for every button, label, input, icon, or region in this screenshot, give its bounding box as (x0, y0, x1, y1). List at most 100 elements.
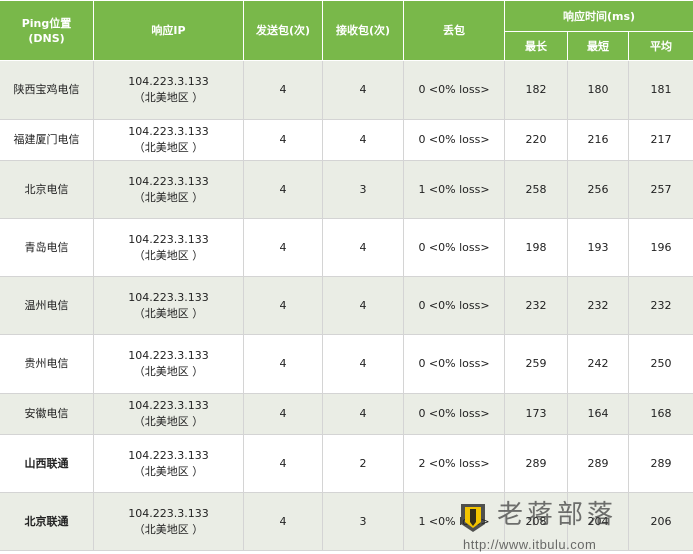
cell-max: 173 (504, 393, 568, 435)
ip-region: （北美地区 ） (133, 464, 204, 478)
col-header-min: 最短 (567, 31, 629, 61)
cell-avg: 217 (628, 119, 693, 161)
cell-max: 258 (504, 160, 568, 219)
cell-max: 208 (504, 492, 568, 551)
ip-region: （北美地区 ） (133, 91, 204, 104)
cell-min: 232 (567, 276, 629, 335)
cell-received: 2 (322, 434, 404, 493)
cell-sent: 4 (243, 393, 323, 435)
cell-loss: 0 <0% loss> (403, 218, 505, 277)
cell-loc: 陕西宝鸡电信 (0, 60, 94, 120)
cell-loc: 福建厦门电信 (0, 119, 94, 161)
ip-address: 104.223.3.133 (128, 75, 209, 88)
cell-received: 4 (322, 218, 404, 277)
cell-loc: 温州电信 (0, 276, 94, 335)
cell-min: 242 (567, 334, 629, 394)
cell-avg: 232 (628, 276, 693, 335)
ip-address: 104.223.3.133 (128, 174, 209, 188)
cell-ip: 104.223.3.133 （北美地区 ） (93, 160, 244, 219)
col-header-avg: 平均 (628, 31, 693, 61)
ip-region: （北美地区 ） (133, 190, 204, 204)
cell-received: 4 (322, 60, 404, 120)
ip-address: 104.223.3.133 (128, 232, 209, 246)
cell-loss: 0 <0% loss> (403, 276, 505, 335)
cell-loss: 0 <0% loss> (403, 119, 505, 161)
cell-min: 216 (567, 119, 629, 161)
cell-avg: 250 (628, 334, 693, 394)
cell-loss: 1 <0% loss> (403, 492, 505, 551)
cell-max: 259 (504, 334, 568, 394)
cell-loc: 北京电信 (0, 160, 94, 219)
cell-loc: 北京联通 (0, 492, 94, 551)
cell-ip: 104.223.3.133 （北美地区 ） (93, 218, 244, 277)
col-header-ip: 响应IP (93, 0, 244, 61)
cell-loc: 山西联通 (0, 434, 94, 493)
cell-received: 4 (322, 334, 404, 394)
cell-received: 3 (322, 492, 404, 551)
cell-loss: 0 <0% loss> (403, 334, 505, 394)
cell-min: 204 (567, 492, 629, 551)
table-row: 温州电信 104.223.3.133 （北美地区 ） 4 4 0 <0% loss> 232… (0, 276, 693, 335)
col-header-loss: 丢包 (403, 0, 505, 61)
table-row: 贵州电信 104.223.3.133 （北美地区 ） 4 4 0 <0% loss> 259… (0, 334, 693, 394)
cell-min: 256 (567, 160, 629, 219)
table-row: 北京电信 104.223.3.133 （北美地区 ） 4 3 1 <0% loss> 258… (0, 160, 693, 219)
col-header-max: 最长 (504, 31, 568, 61)
cell-avg: 181 (628, 60, 693, 120)
cell-min: 193 (567, 218, 629, 277)
ip-address: 104.223.3.133 (128, 349, 209, 362)
cell-sent: 4 (243, 434, 323, 493)
cell-max: 289 (504, 434, 568, 493)
cell-avg: 289 (628, 434, 693, 493)
cell-loc: 青岛电信 (0, 218, 94, 277)
ip-address: 104.223.3.133 (128, 448, 209, 462)
col-header-response-time: 响应时间(ms) (504, 0, 693, 32)
cell-received: 4 (322, 393, 404, 435)
table-row: 安徽电信 104.223.3.133 （北美地区 ） 4 4 0 <0% loss> 173… (0, 393, 693, 435)
cell-loc: 贵州电信 (0, 334, 94, 394)
cell-loss: 1 <0% loss> (403, 160, 505, 219)
table-row: 陕西宝鸡电信 104.223.3.133 （北美地区 ） 4 4 0 <0% loss> 1… (0, 60, 693, 120)
cell-sent: 4 (243, 276, 323, 335)
cell-received: 4 (322, 119, 404, 161)
cell-min: 164 (567, 393, 629, 435)
cell-max: 182 (504, 60, 568, 120)
cell-ip: 104.223.3.133 （北美地区 ） (93, 492, 244, 551)
ip-address: 104.223.3.133 (128, 399, 209, 412)
cell-received: 4 (322, 276, 404, 335)
cell-loss: 0 <0% loss> (403, 393, 505, 435)
cell-ip: 104.223.3.133 （北美地区 ） (93, 119, 244, 161)
cell-avg: 168 (628, 393, 693, 435)
location-header-line2: (DNS) (28, 31, 65, 45)
cell-ip: 104.223.3.133 （北美地区 ） (93, 393, 244, 435)
cell-ip: 104.223.3.133 （北美地区 ） (93, 276, 244, 335)
cell-loc: 安徽电信 (0, 393, 94, 435)
col-header-location: Ping位置 (DNS) (0, 0, 94, 61)
cell-received: 3 (322, 160, 404, 219)
cell-loss: 2 <0% loss> (403, 434, 505, 493)
cell-ip: 104.223.3.133 （北美地区 ） (93, 60, 244, 120)
cell-sent: 4 (243, 218, 323, 277)
cell-avg: 206 (628, 492, 693, 551)
ip-region: （北美地区 ） (133, 522, 204, 536)
cell-sent: 4 (243, 60, 323, 120)
ping-results-table: Ping位置 (DNS) 响应IP 发送包(次) 接收包(次) 丢包 响应时间(… (0, 0, 693, 551)
table-row: 山西联通 104.223.3.133 （北美地区 ） 4 2 2 <0% loss> 289… (0, 434, 693, 493)
cell-max: 232 (504, 276, 568, 335)
col-header-sent: 发送包(次) (243, 0, 323, 61)
ip-address: 104.223.3.133 (128, 290, 209, 304)
cell-sent: 4 (243, 334, 323, 394)
table-row: 福建厦门电信 104.223.3.133 （北美地区 ） 4 4 0 <0% loss> 2… (0, 119, 693, 161)
cell-sent: 4 (243, 119, 323, 161)
location-header-line1: Ping位置 (21, 16, 72, 30)
ip-region: （北美地区 ） (133, 141, 204, 154)
cell-ip: 104.223.3.133 （北美地区 ） (93, 334, 244, 394)
cell-min: 180 (567, 60, 629, 120)
cell-min: 289 (567, 434, 629, 493)
cell-avg: 257 (628, 160, 693, 219)
cell-loss: 0 <0% loss> (403, 60, 505, 120)
ip-address: 104.223.3.133 (128, 506, 209, 520)
cell-sent: 4 (243, 492, 323, 551)
ip-address: 104.223.3.133 (128, 125, 209, 138)
ip-region: （北美地区 ） (133, 248, 204, 262)
